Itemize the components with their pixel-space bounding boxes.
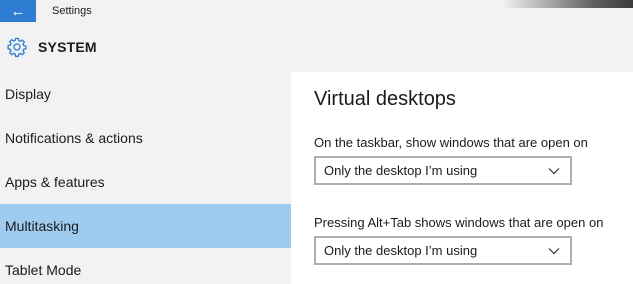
window-edge-shadow [503,0,633,8]
sidebar-item-label: Multitasking [5,218,79,234]
gear-icon [6,36,28,58]
sidebar-item-label: Tablet Mode [5,262,82,278]
page-header: SYSTEM [0,22,633,72]
page-title: SYSTEM [38,39,97,55]
sidebar-item-label: Notifications & actions [5,130,143,146]
window-title: Settings [52,5,92,17]
section-title: Virtual desktops [314,88,456,110]
main-content: Virtual desktops On the taskbar, show wi… [291,72,633,284]
sidebar: Display Notifications & actions Apps & f… [0,72,291,284]
sidebar-item-apps-features[interactable]: Apps & features [0,160,291,204]
settings-window: ← Settings SYSTEM Display Notifications … [0,0,633,284]
sidebar-item-label: Display [5,86,51,102]
taskbar-setting-label: On the taskbar, show windows that are op… [314,135,588,150]
chevron-down-icon [547,244,561,258]
sidebar-item-display[interactable]: Display [0,72,291,116]
back-arrow-icon: ← [10,2,26,20]
dropdown-value: Only the desktop I’m using [324,163,478,178]
alt-tab-windows-dropdown[interactable]: Only the desktop I’m using [314,236,572,265]
sidebar-item-multitasking[interactable]: Multitasking [0,204,291,248]
taskbar-windows-dropdown[interactable]: Only the desktop I’m using [314,156,572,185]
sidebar-item-tablet-mode[interactable]: Tablet Mode [0,248,291,284]
alt-tab-setting-label: Pressing Alt+Tab shows windows that are … [314,215,604,230]
back-button[interactable]: ← [0,0,36,22]
sidebar-item-label: Apps & features [5,174,105,190]
sidebar-item-notifications-actions[interactable]: Notifications & actions [0,116,291,160]
chevron-down-icon [547,164,561,178]
dropdown-value: Only the desktop I’m using [324,243,478,258]
